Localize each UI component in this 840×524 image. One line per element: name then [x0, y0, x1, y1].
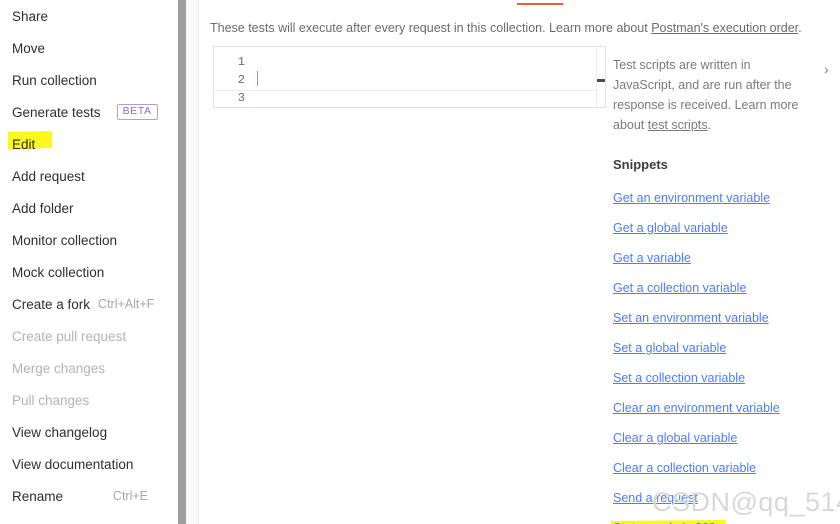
menu-item-label: Rename: [12, 488, 64, 504]
menu-item-pull-changes: Pull changes: [0, 384, 178, 416]
menu-item-label: Pull changes: [12, 392, 90, 408]
menu-item-label: Add folder: [12, 200, 74, 216]
menu-item-label: Generate tests: [12, 104, 101, 120]
panel-divider: [186, 0, 199, 524]
snippet-link[interactable]: Get a global variable: [613, 213, 823, 243]
chevron-right-icon[interactable]: ›: [824, 62, 829, 76]
snippet-link[interactable]: Status code is 200: [613, 513, 823, 524]
snippet-link[interactable]: Set an environment variable: [613, 303, 823, 333]
menu-item-label: Mock collection: [12, 264, 105, 280]
snippet-link[interactable]: Clear a global variable: [613, 423, 823, 453]
snippet-label: Get a global variable: [613, 221, 728, 235]
active-tab-indicator: [517, 3, 563, 5]
menu-item-label: Create a fork: [12, 296, 91, 312]
text-caret: [257, 71, 258, 86]
beta-badge: BETA: [116, 104, 158, 120]
line-number: 1: [237, 55, 245, 69]
code-line: pm.test("Status code is 200", function (…: [257, 107, 605, 108]
snippet-link[interactable]: Clear a collection variable: [613, 453, 823, 483]
menu-item-add-request[interactable]: Add request: [0, 160, 178, 192]
panel-scrollbar-rail[interactable]: [178, 0, 186, 524]
menu-item-monitor-collection[interactable]: Monitor collection: [0, 224, 178, 256]
editor-code-area[interactable]: pm.test("Status code is 200", function (…: [252, 47, 605, 107]
collection-context-menu: Share Move Run collection Generate tests BET…: [0, 0, 178, 524]
menu-item-merge-changes: Merge changes: [0, 352, 178, 384]
snippet-label: Clear a collection variable: [613, 461, 757, 475]
tests-description-text: These tests will execute after every req…: [210, 21, 652, 35]
menu-item-add-folder[interactable]: Add folder: [0, 192, 178, 224]
snippets-intro-suffix: .: [707, 118, 711, 132]
snippet-label: Clear a global variable: [613, 431, 738, 445]
snippets-heading: Snippets: [613, 157, 668, 172]
menu-item-shortcut: Ctrl+Alt+F: [98, 297, 155, 311]
snippet-link[interactable]: Set a global variable: [613, 333, 823, 363]
menu-item-label: Run collection: [12, 72, 97, 88]
menu-item-label: Move: [12, 40, 46, 56]
menu-item-label: View documentation: [12, 456, 134, 472]
editor-bottom-divider: [213, 90, 598, 91]
snippet-label: Clear an environment variable: [613, 401, 780, 415]
menu-item-view-changelog[interactable]: View changelog: [0, 416, 178, 448]
snippet-label: Get an environment variable: [613, 191, 771, 205]
snippet-link[interactable]: Clear an environment variable: [613, 393, 823, 423]
menu-item-generate-tests[interactable]: Generate tests BETA: [0, 96, 178, 128]
menu-item-view-documentation[interactable]: View documentation: [0, 448, 178, 480]
snippet-link[interactable]: Set a collection variable: [613, 363, 823, 393]
menu-item-move[interactable]: Move: [0, 32, 178, 64]
menu-item-mock-collection[interactable]: Mock collection: [0, 256, 178, 288]
test-scripts-link[interactable]: test scripts: [648, 118, 708, 132]
menu-item-rename[interactable]: Rename Ctrl+E: [0, 480, 178, 512]
snippet-link[interactable]: Get a collection variable: [613, 273, 823, 303]
menu-item-label: Merge changes: [12, 360, 106, 376]
line-number: 2: [237, 73, 245, 87]
snippets-list: Get an environment variable Get a global …: [613, 183, 823, 524]
snippet-label: Set a collection variable: [613, 371, 746, 385]
editor-scroll-thumb[interactable]: [597, 79, 605, 82]
editor-vertical-scrollbar[interactable]: [596, 47, 605, 107]
menu-item-run-collection[interactable]: Run collection: [0, 64, 178, 96]
snippet-label: Send a request: [613, 491, 698, 505]
menu-item-create-pull-request: Create pull request: [0, 320, 178, 352]
tests-description-suffix: .: [798, 21, 802, 35]
test-script-editor[interactable]: 1 2 3 pm.test("Status code is 200", functi…: [213, 46, 606, 108]
menu-item-shortcut: Ctrl+E: [112, 489, 148, 503]
menu-item-label: Edit: [12, 136, 36, 152]
snippet-label: Get a variable: [613, 251, 691, 265]
menu-item-edit[interactable]: Edit: [0, 128, 178, 160]
snippet-link[interactable]: Get an environment variable: [613, 183, 823, 213]
snippet-label: Get a collection variable: [613, 281, 747, 295]
snippet-link[interactable]: Get a variable: [613, 243, 823, 273]
tests-panel: These tests will execute after every req…: [199, 0, 840, 524]
menu-item-label: Add request: [12, 168, 85, 184]
snippet-label: Set a global variable: [613, 341, 727, 355]
line-number: 3: [237, 91, 245, 105]
menu-item-label: Share: [12, 8, 49, 24]
tests-description: These tests will execute after every req…: [210, 21, 802, 35]
snippet-link[interactable]: Send a request: [613, 483, 823, 513]
app-root: Share Move Run collection Generate tests BET…: [0, 0, 840, 524]
snippets-panel: Test scripts are written in JavaScript, …: [613, 55, 823, 524]
snippet-label: Set an environment variable: [613, 311, 769, 325]
snippets-intro: Test scripts are written in JavaScript, …: [613, 55, 809, 135]
execution-order-link[interactable]: Postman's execution order: [651, 21, 798, 35]
menu-item-create-a-fork[interactable]: Create a fork Ctrl+Alt+F: [0, 288, 178, 320]
editor-gutter: 1 2 3: [214, 47, 252, 107]
menu-item-share[interactable]: Share: [0, 0, 178, 32]
menu-item-label: Monitor collection: [12, 232, 118, 248]
menu-item-label: View changelog: [12, 424, 108, 440]
menu-item-label: Create pull request: [12, 328, 127, 344]
